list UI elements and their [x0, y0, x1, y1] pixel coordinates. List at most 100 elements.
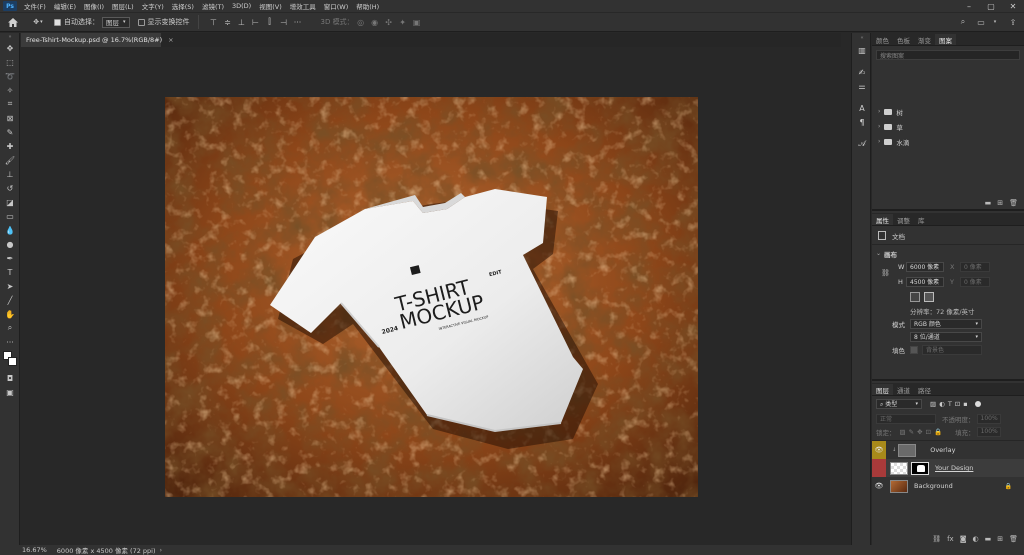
line-tool-icon[interactable]: ╱ — [0, 293, 20, 307]
menu-window[interactable]: 窗口(W) — [320, 1, 353, 11]
type-tool-icon[interactable]: T — [0, 265, 20, 279]
history-panel-icon[interactable]: ▥ — [852, 43, 872, 57]
adjustment-layer-icon[interactable]: ◐ — [973, 535, 979, 543]
visibility-eye-icon[interactable]: 👁 — [872, 477, 886, 495]
screen-mode-icon[interactable]: ▣ — [0, 385, 20, 399]
3d-roll-icon[interactable]: ◉ — [370, 17, 380, 27]
tab-adjustments[interactable]: 调整 — [893, 214, 914, 225]
3d-orbit-icon[interactable]: ◎ — [356, 17, 366, 27]
align-right-icon[interactable]: ⊣ — [279, 17, 289, 27]
menu-plugins[interactable]: 增效工具 — [286, 1, 320, 11]
gradient-tool-icon[interactable]: ▭ — [0, 209, 20, 223]
share-icon[interactable]: ⇪ — [1008, 17, 1018, 27]
document-artwork[interactable]: T-SHIRT MOCKUP 2024 EDIT INTERACTIVE VIS… — [165, 97, 698, 497]
move-tool-icon[interactable]: ✥ — [0, 41, 20, 55]
background-color-swatch[interactable] — [8, 357, 17, 366]
brush-tool-icon[interactable]: 🖌 — [0, 153, 20, 167]
workspace-icon[interactable]: ▭ — [976, 17, 986, 27]
adjustments-panel-icon[interactable]: ⚌ — [852, 79, 872, 93]
layer-fill-field[interactable]: 100% — [976, 426, 1001, 437]
character-panel-icon[interactable]: A — [852, 101, 872, 115]
search-icon[interactable]: ⌕ — [958, 17, 968, 27]
minimize-icon[interactable]: – — [958, 0, 980, 12]
link-layers-icon[interactable]: ⛓ — [932, 535, 941, 543]
opacity-field[interactable]: 100% — [976, 413, 1001, 424]
paragraph-panel-icon[interactable]: ¶ — [852, 115, 872, 129]
lasso-tool-icon[interactable]: ➰ — [0, 69, 20, 83]
layer-style-icon[interactable]: fx — [947, 535, 954, 543]
portrait-icon[interactable] — [910, 292, 920, 302]
chevron-right-icon[interactable]: › — [878, 108, 880, 115]
auto-select-dropdown[interactable]: 图层 ▾ — [102, 16, 130, 28]
layer-row-background[interactable]: 👁 Background 🔒 — [872, 477, 1024, 495]
move-tool-icon[interactable]: ✥ ▾ — [26, 12, 50, 32]
align-hcenter-icon[interactable]: ⫿ — [265, 17, 275, 27]
pen-tool-icon[interactable]: ✒ — [0, 251, 20, 265]
brush-panel-icon[interactable]: ✍ — [852, 65, 872, 79]
clone-stamp-tool-icon[interactable]: ⊥ — [0, 167, 20, 181]
visibility-eye-icon[interactable]: 👁 — [872, 441, 886, 459]
tab-paths[interactable]: 路径 — [914, 384, 935, 395]
layer-row-your-design[interactable]: Your Design — [872, 459, 1024, 477]
pattern-search-input[interactable]: 搜索图案 — [876, 50, 1020, 60]
new-group-icon[interactable]: ▬ — [985, 199, 992, 207]
zoom-level[interactable]: 16.67% — [22, 546, 47, 554]
close-tab-icon[interactable]: × — [168, 36, 173, 44]
tab-color[interactable]: 颜色 — [872, 34, 893, 45]
more-options-icon[interactable]: ··· — [293, 17, 303, 27]
add-mask-icon[interactable]: ◙ — [960, 535, 967, 543]
marquee-tool-icon[interactable]: ⬚ — [0, 55, 20, 69]
auto-select-checkbox[interactable] — [54, 18, 61, 26]
filter-toggle-icon[interactable] — [974, 401, 981, 407]
lock-icons[interactable]: ▨✎✥⊡🔒 — [900, 428, 946, 436]
layer-row-overlay[interactable]: 👁 ↓ Overlay — [872, 441, 1024, 459]
layer-name[interactable]: Overlay — [930, 446, 955, 454]
layer-name[interactable]: Background — [914, 482, 953, 490]
eraser-tool-icon[interactable]: ◪ — [0, 195, 20, 209]
layer-filter-dropdown[interactable]: ⌕ 类型 ▾ — [876, 399, 922, 409]
path-selection-tool-icon[interactable]: ➤ — [0, 279, 20, 293]
chevron-down-icon[interactable]: ⌄ — [876, 250, 881, 257]
quick-mask-icon[interactable]: ◘ — [0, 371, 20, 385]
tab-gradients[interactable]: 渐变 — [914, 34, 935, 45]
toolbar-collapse-icon[interactable]: » — [0, 33, 20, 41]
crop-tool-icon[interactable]: ⌗ — [0, 97, 20, 111]
menu-3d[interactable]: 3D(D) — [228, 2, 255, 10]
show-transform-checkbox[interactable] — [137, 18, 145, 26]
align-vcenter-icon[interactable]: ≑ — [223, 17, 233, 27]
maximize-icon[interactable]: ▢ — [980, 0, 1002, 12]
align-left-icon[interactable]: ⊢ — [251, 17, 261, 27]
fill-swatch[interactable] — [910, 345, 918, 354]
blend-mode-dropdown[interactable]: 正常 — [876, 413, 936, 424]
tab-libraries[interactable]: 库 — [914, 214, 929, 225]
chevron-right-icon[interactable]: › — [878, 123, 880, 130]
tab-channels[interactable]: 通道 — [893, 384, 914, 395]
pattern-group-water[interactable]: › 水滴 — [872, 134, 1024, 149]
menu-file[interactable]: 文件(F) — [20, 1, 50, 11]
healing-brush-tool-icon[interactable]: ✚ — [0, 139, 20, 153]
menu-edit[interactable]: 编辑(E) — [50, 1, 80, 11]
menu-filter[interactable]: 滤镜(T) — [198, 1, 228, 11]
3d-slide-icon[interactable]: ✦ — [398, 17, 408, 27]
blur-tool-icon[interactable]: 💧 — [0, 223, 20, 237]
height-field[interactable]: 4500 像素 — [906, 276, 944, 287]
status-arrow-icon[interactable]: › — [160, 546, 163, 554]
layer-filter-icons[interactable]: ▨◐T⊡▪ — [930, 400, 971, 408]
menu-layer[interactable]: 图层(L) — [108, 1, 138, 11]
mode-dropdown[interactable]: RGB 颜色 ▾ — [910, 318, 982, 329]
fill-dropdown[interactable]: 背景色 — [922, 344, 982, 355]
workspace-chevron-icon[interactable]: ▾ — [990, 17, 1000, 27]
close-icon[interactable]: ✕ — [1002, 0, 1024, 12]
tab-patterns[interactable]: 图案 — [935, 34, 956, 45]
pattern-group-grass[interactable]: › 草 — [872, 119, 1024, 134]
color-swatches[interactable] — [0, 349, 20, 371]
frame-tool-icon[interactable]: ⊠ — [0, 111, 20, 125]
more-tools-icon[interactable]: ··· — [0, 335, 20, 349]
menu-image[interactable]: 图像(I) — [80, 1, 108, 11]
y-field[interactable]: 0 像素 — [960, 276, 990, 287]
dodge-tool-icon[interactable]: ● — [0, 237, 20, 251]
strip-collapse-icon[interactable]: « — [852, 33, 872, 43]
align-top-icon[interactable]: ⊤ — [209, 17, 219, 27]
delete-layer-icon[interactable]: 🗑 — [1009, 535, 1018, 543]
tab-swatches[interactable]: 色板 — [893, 34, 914, 45]
